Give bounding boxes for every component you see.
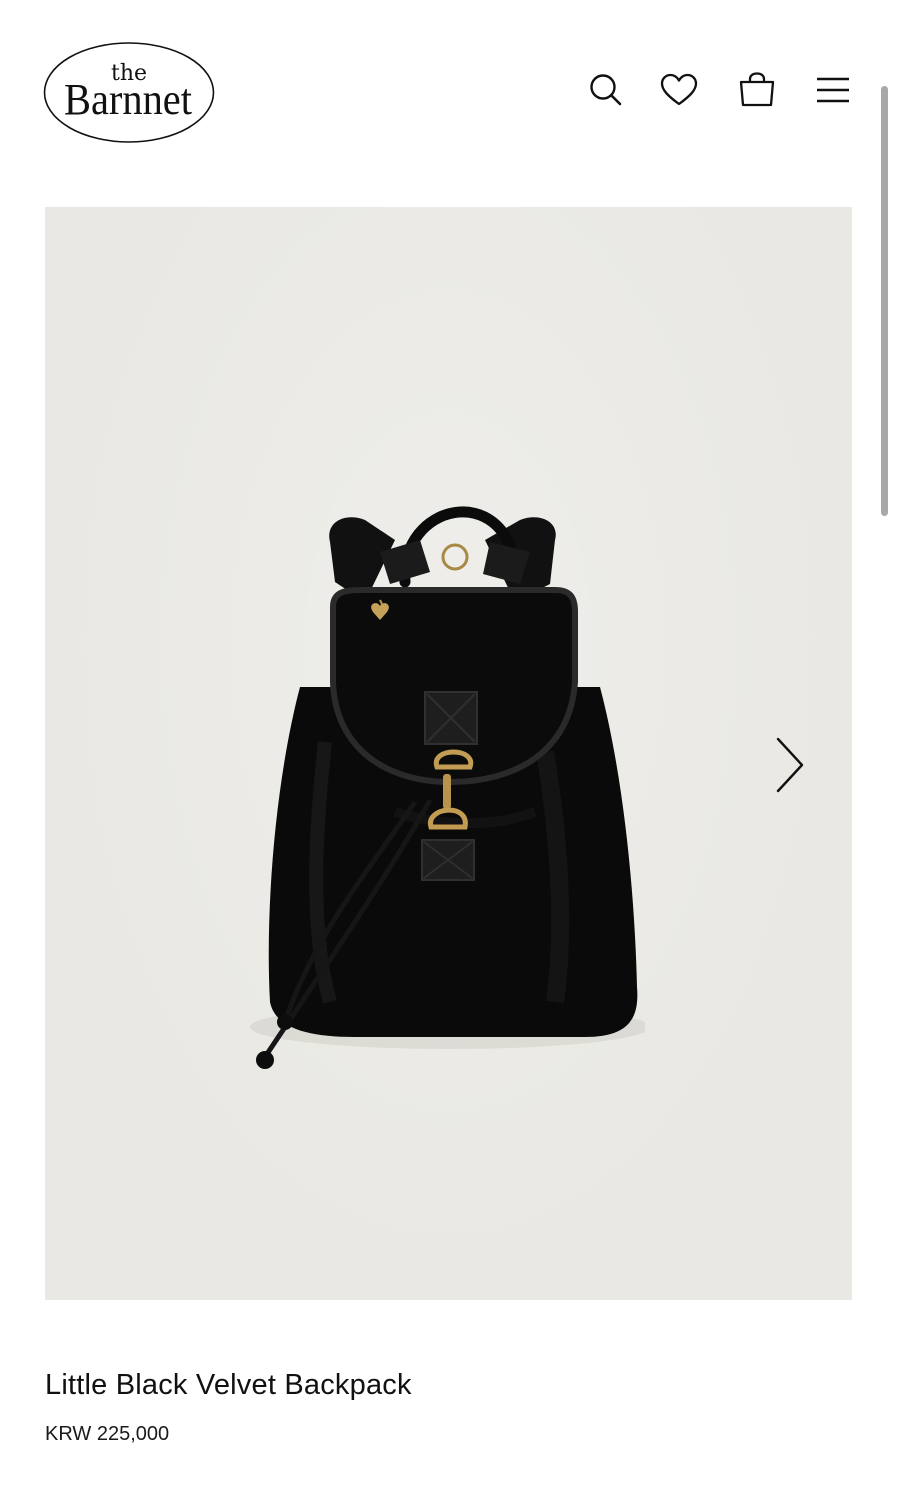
chevron-right-icon: [776, 737, 804, 793]
search-button[interactable]: [584, 68, 628, 112]
site-header: the Barnnet: [0, 0, 897, 180]
next-image-button[interactable]: [767, 734, 813, 796]
product-image-gallery[interactable]: [45, 207, 852, 1300]
hamburger-menu-icon: [817, 77, 849, 103]
product-photo: [250, 506, 645, 1069]
heart-icon: [660, 73, 698, 106]
logo-main-text: Barnnet: [64, 75, 192, 124]
search-icon: [590, 74, 622, 106]
product-title: Little Black Velvet Backpack: [45, 1369, 412, 1401]
product-price: KRW 225,000: [45, 1423, 170, 1445]
brand-logo[interactable]: the Barnnet: [43, 41, 215, 144]
shopping-bag-icon: [739, 72, 775, 107]
menu-button[interactable]: [811, 68, 855, 112]
wishlist-button[interactable]: [657, 68, 701, 112]
cart-button[interactable]: [735, 68, 779, 112]
page-scrollbar[interactable]: [881, 86, 888, 516]
